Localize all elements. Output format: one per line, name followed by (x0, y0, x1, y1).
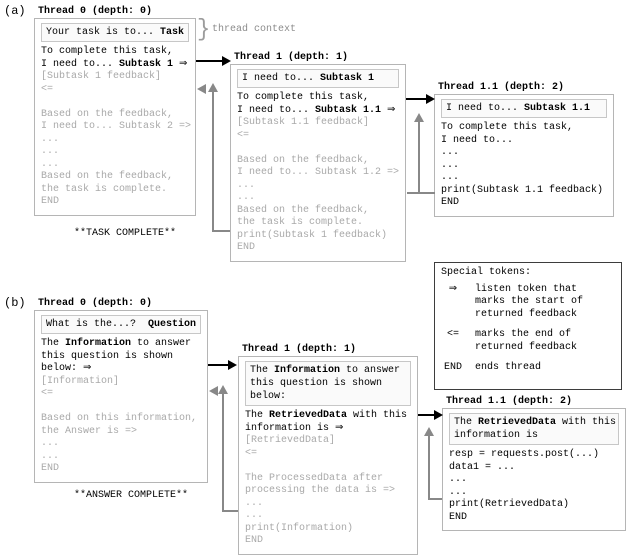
legend-row: <= marks the end of returned feedback (441, 329, 615, 354)
legend-sym-end: END (441, 362, 465, 375)
legend-box: Special tokens: ⇒ listen token that mark… (434, 262, 622, 390)
b-t0-ctx: What is the...? Question (41, 315, 201, 334)
legend-sym-endfb: <= (441, 329, 465, 354)
legend-desc-end: ends thread (475, 362, 615, 375)
arrow-a-11fb-v (418, 120, 420, 194)
a-t0-ctx: Your task is to... Task (41, 23, 189, 42)
arrow-b-0to1-head (228, 360, 237, 370)
arrow-a-1fb-h (212, 230, 230, 232)
legend-row: ⇒ listen token that marks the start of r… (441, 284, 615, 322)
section-b-label: (b) (4, 296, 26, 311)
b-t11-ctx: The RetrievedData with this information … (449, 413, 619, 445)
arrow-a-1to11-h (406, 98, 428, 100)
a-t0-title: Thread 0 (depth: 0) (38, 6, 152, 19)
arrow-a-0to1-head (222, 56, 231, 66)
b-t11-box: The RetrievedData with this information … (442, 408, 626, 531)
a-t0-body: To complete this task, I need to... Subt… (41, 46, 189, 209)
b-t1-body: The RetrievedData with this information … (245, 410, 411, 548)
a-t11-box: I need to... Subtask 1.1 To complete thi… (434, 94, 614, 217)
legend-row: END ends thread (441, 362, 615, 375)
a-t11-ctx: I need to... Subtask 1.1 (441, 99, 607, 118)
b-t0-footer: **ANSWER COMPLETE** (74, 490, 188, 503)
arrow-a-1fb-v (212, 90, 214, 232)
legend-sym-listen: ⇒ (441, 284, 465, 322)
arrow-a-1fb-head-left (197, 84, 206, 94)
arrow-a-1fb-head-up (208, 83, 218, 92)
b-t11-title: Thread 1.1 (depth: 2) (446, 396, 572, 409)
arrow-b-1fb-v (222, 392, 224, 512)
arrow-a-0to1-h (196, 60, 224, 62)
section-a-label: (a) (4, 4, 26, 19)
b-t1-title: Thread 1 (depth: 1) (242, 344, 356, 357)
arrow-b-1fb-head-up (218, 385, 228, 394)
a-t1-title: Thread 1 (depth: 1) (234, 52, 348, 65)
b-t1-ctx: The Information to answer this question … (245, 361, 411, 406)
legend-title: Special tokens: (441, 267, 615, 280)
a-t1-body: To complete this task, I need to... Subt… (237, 92, 399, 255)
arrow-b-11fb-head (424, 427, 434, 436)
a-t0-box: Your task is to... Task To complete this… (34, 18, 196, 216)
b-t0-body: The Information to answer this question … (41, 338, 201, 476)
legend-desc-endfb: marks the end of returned feedback (475, 329, 615, 354)
arrow-a-1to11-head (426, 94, 435, 104)
b-t0-box: What is the...? Question The Information… (34, 310, 208, 483)
b-t11-body: resp = requests.post(...) data1 = ... ..… (449, 449, 619, 524)
arrow-a-11fb-head (414, 113, 424, 122)
a-t11-body: To complete this task, I need to... ... … (441, 122, 607, 210)
arrow-b-1fb-h (222, 510, 238, 512)
b-t0-title: Thread 0 (depth: 0) (38, 298, 152, 311)
a-t1-ctx: I need to... Subtask 1 (237, 69, 399, 88)
brace-a: } (197, 15, 210, 45)
a-t0-footer: **TASK COMPLETE** (74, 228, 176, 241)
arrow-b-1to11-head (434, 410, 443, 420)
arrow-a-11fb-h (407, 192, 435, 194)
a-t11-title: Thread 1.1 (depth: 2) (438, 82, 564, 95)
arrow-b-11fb-h (428, 498, 442, 500)
a-t1-box: I need to... Subtask 1 To complete this … (230, 64, 406, 262)
arrow-b-1fb-head-left (209, 386, 218, 396)
b-t1-box: The Information to answer this question … (238, 356, 418, 555)
legend-desc-listen: listen token that marks the start of ret… (475, 284, 615, 322)
arrow-b-0to1-h (208, 364, 230, 366)
diagram-page: { "sectionA": { "tag": "(a)", "t0": { "t… (0, 0, 640, 526)
thread-context-label: thread context (212, 24, 296, 37)
arrow-b-11fb-v (428, 434, 430, 500)
